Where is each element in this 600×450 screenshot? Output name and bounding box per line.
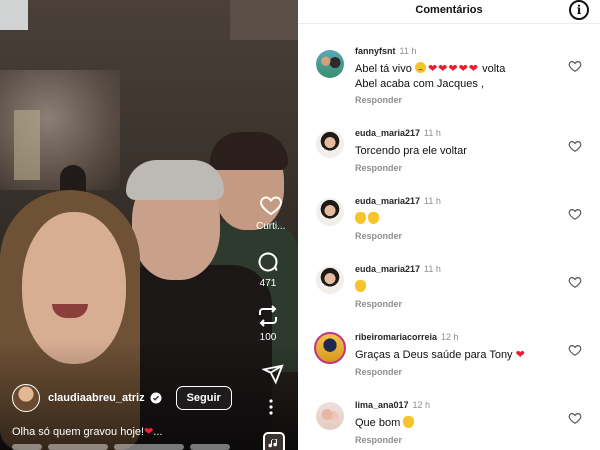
comment-avatar[interactable] (316, 198, 344, 226)
author-avatar[interactable] (12, 384, 40, 412)
music-note-icon (268, 439, 278, 448)
heart-outline-icon[interactable] (568, 207, 582, 221)
comment-time: 11 h (424, 128, 441, 138)
reel-caption[interactable]: Olha só quem gravou hoje!❤... (12, 425, 162, 438)
comment-username[interactable]: euda_maria217 (355, 128, 420, 138)
heart-outline-icon[interactable] (568, 139, 582, 153)
comment-text-part: Que bom (355, 417, 401, 429)
comment-username[interactable]: euda_maria217 (355, 196, 420, 206)
caption-text: Olha só quem gravou hoje! (12, 426, 145, 438)
more-options-button[interactable] (268, 398, 274, 416)
repost-icon (259, 305, 277, 327)
background-door (14, 110, 40, 180)
heart-outline-icon[interactable] (568, 411, 582, 425)
reply-button[interactable]: Responder (355, 367, 402, 377)
comments-button[interactable]: 471 (256, 250, 280, 289)
repost-button[interactable]: 100 (256, 304, 280, 343)
comment-time: 11 h (399, 46, 417, 56)
comment-time: 12 h (412, 400, 431, 410)
comments-count: 471 (259, 278, 277, 289)
comment-header: euda_maria217 11 h (355, 264, 441, 274)
hearts-emoji: ❤❤❤❤❤ (427, 63, 480, 75)
comment-text (355, 212, 570, 227)
verified-badge-icon (150, 392, 162, 404)
comment-header: fannyfsnt 11 h (355, 46, 416, 56)
info-button[interactable]: i (569, 0, 589, 20)
heart-outline-icon[interactable] (568, 343, 582, 357)
comment-username[interactable]: euda_maria217 (355, 264, 420, 274)
reply-button[interactable]: Responder (355, 435, 402, 445)
comment-text (355, 280, 570, 295)
comment-username[interactable]: lima_ana017 (355, 400, 409, 410)
comment-time: 11 h (424, 196, 441, 206)
reply-button[interactable]: Responder (355, 163, 402, 173)
caption-overflow (12, 444, 252, 450)
reel-video[interactable]: Curti... 471 100 claudiaabreu_atriz Segu… (0, 0, 298, 450)
comment-item: ribeiromariacorreia 12 h Graças a Deus sa… (298, 330, 600, 398)
caption-heart-icon: ❤ (144, 426, 154, 438)
comment-text: Graças a Deus saúde para Tony ❤ (355, 348, 570, 363)
like-label: Curti... (256, 221, 286, 232)
author-username[interactable]: claudiaabreu_atriz (48, 392, 145, 404)
reel-author: claudiaabreu_atriz Seguir (12, 384, 232, 412)
video-frame (0, 0, 298, 450)
like-button[interactable]: Curti... (256, 193, 285, 232)
comment-header: euda_maria217 11 h (355, 128, 441, 138)
clapping-hands-emoji-icon (355, 280, 366, 292)
comment-avatar[interactable] (316, 266, 344, 294)
clapping-hands-emoji-icon (403, 416, 415, 428)
reposts-count: 100 (259, 332, 277, 343)
info-icon: i (576, 3, 582, 17)
more-vertical-icon (269, 399, 273, 415)
comments-title: Comentários (415, 4, 483, 16)
ceiling-panel (230, 0, 298, 40)
comment-avatar[interactable] (316, 130, 344, 158)
person-right-hair (210, 132, 288, 170)
comment-text: Que bom (355, 416, 570, 431)
comment-username[interactable]: fannyfsnt (355, 46, 396, 56)
comment-avatar[interactable] (314, 332, 346, 364)
comment-item: fannyfsnt 11 h Abel tá vivo ❤❤❤❤❤ volta A… (298, 44, 600, 112)
comment-text-line2: Abel acaba com Jacques , (355, 78, 485, 90)
comment-header: ribeiromariacorreia 12 h (355, 332, 459, 342)
audio-button[interactable] (263, 432, 285, 450)
comment-text-part: Abel tá vivo (355, 63, 412, 75)
comment-avatar[interactable] (316, 50, 344, 78)
comment-avatar[interactable] (316, 402, 344, 430)
comment-item: lima_ana017 12 h Que bom Responder (298, 398, 600, 450)
reply-button[interactable]: Responder (355, 299, 402, 309)
comment-text: Torcendo pra ele voltar (355, 145, 467, 157)
caption-more[interactable]: ... (153, 426, 162, 438)
heart-emoji: ❤ (515, 349, 526, 361)
comment-time: 12 h (441, 332, 459, 342)
comment-time: 11 h (424, 264, 441, 274)
comment-username[interactable]: ribeiromariacorreia (355, 332, 437, 342)
comments-panel: Comentários i fannyfsnt 11 h Abel tá vivo… (298, 0, 600, 450)
comments-header: Comentários i (298, 0, 600, 24)
send-button[interactable] (262, 363, 284, 385)
comment-header: lima_ana017 12 h (355, 400, 430, 410)
comment-text: Abel tá vivo ❤❤❤❤❤ volta Abel acaba com … (355, 62, 570, 92)
comment-text-part: volta (482, 63, 506, 75)
sad-face-emoji-icon (414, 62, 426, 73)
comment-item: euda_maria217 11 h Torcendo pra ele volta… (298, 126, 600, 194)
comment-item: euda_maria217 11 h Responder (298, 194, 600, 262)
reply-button[interactable]: Responder (355, 95, 402, 105)
heart-outline-icon[interactable] (568, 59, 582, 73)
paper-plane-icon (262, 364, 284, 385)
comment-bubble-icon (258, 252, 278, 272)
comment-item: euda_maria217 11 h Responder (298, 262, 600, 330)
reply-button[interactable]: Responder (355, 231, 402, 241)
person-middle-hair (126, 160, 224, 200)
heart-outline-icon (259, 196, 282, 216)
follow-button[interactable]: Seguir (175, 386, 232, 410)
ceiling-light (0, 0, 28, 30)
comment-header: euda_maria217 11 h (355, 196, 441, 206)
clapping-hands-emoji-icon (355, 212, 366, 224)
comment-text-part: Graças a Deus saúde para Tony (355, 349, 513, 361)
heart-outline-icon[interactable] (568, 275, 582, 289)
clapping-hands-emoji-icon (368, 212, 379, 224)
